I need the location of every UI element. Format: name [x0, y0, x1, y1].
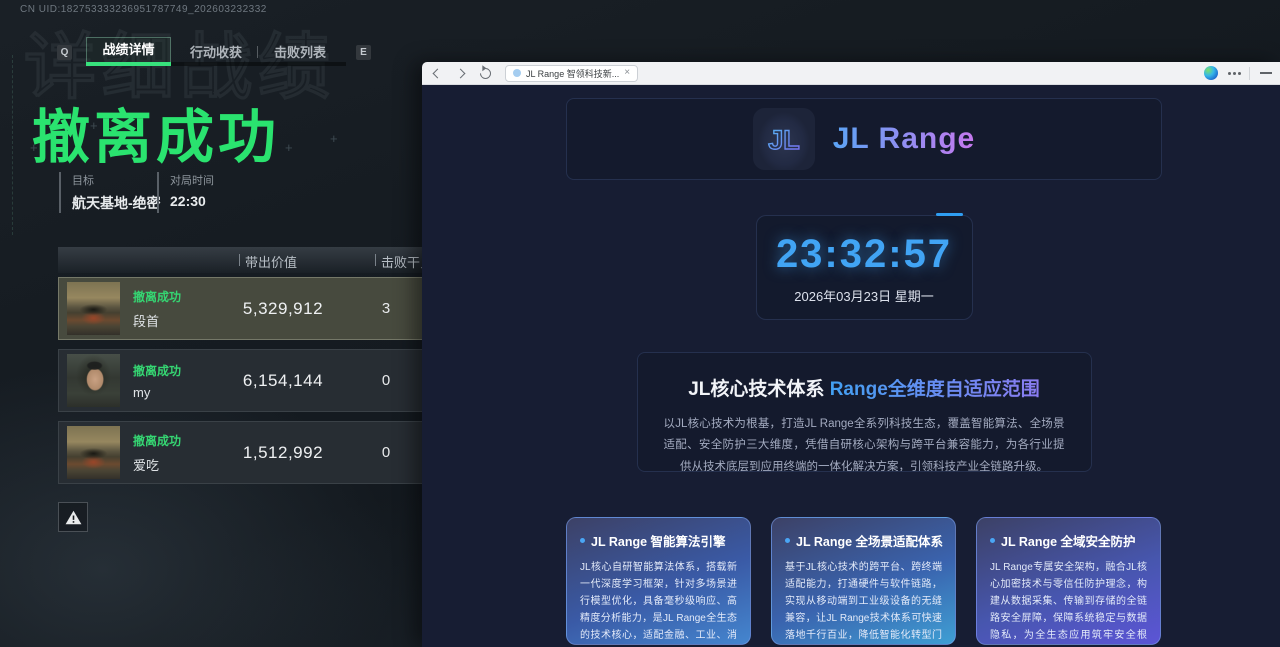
clock-date: 2026年03月23日 星期一 — [757, 286, 972, 305]
warning-icon — [64, 508, 83, 527]
player-extract-value: 6,154,144 — [228, 371, 338, 391]
hotkey-e-badge[interactable]: E — [356, 45, 371, 60]
hotkey-q-badge[interactable]: Q — [57, 45, 72, 60]
edge-logo-icon[interactable] — [1204, 66, 1218, 80]
card-title-text: JL Range 全场景适配体系 — [796, 531, 943, 550]
player-extract-value: 1,512,992 — [228, 443, 338, 463]
feature-card-adaptation: JL Range 全场景适配体系 基于JL核心技术的跨平台、跨终端适配能力，打通… — [771, 517, 956, 645]
bullet-dot-icon — [990, 538, 995, 543]
card-body: JL Range专属安全架构，融合JL核心加密技术与零信任防护理念，构建从数据采… — [990, 559, 1147, 645]
clock-accent-bar — [936, 213, 963, 216]
section-title: JL核心技术体系 Range全维度自适应范围 — [664, 374, 1065, 401]
player-info: 撤离成功 段首 — [133, 288, 218, 330]
card-body: 基于JL核心技术的跨平台、跨终端适配能力，打通硬件与软件链路，实现从移动端到工业… — [785, 559, 942, 645]
player-kills: 0 — [358, 444, 414, 461]
player-extract-value: 5,329,912 — [228, 299, 338, 319]
card-title: JL Range 全域安全防护 — [990, 531, 1147, 550]
player-row[interactable]: 撤离成功 爱吃 1,512,992 0 — [58, 421, 478, 484]
feature-cards: JL Range 智能算法引擎 JL核心自研智能算法体系，搭载新一代深度学习框架… — [566, 517, 1162, 645]
player-info: 撤离成功 爱吃 — [133, 432, 218, 474]
card-body: JL核心自研智能算法体系，搭载新一代深度学习框架，针对多场景进行模型优化，具备毫… — [580, 559, 737, 645]
feature-card-algorithm: JL Range 智能算法引擎 JL核心自研智能算法体系，搭载新一代深度学习框架… — [566, 517, 751, 645]
table-header: 带出价值 击败干员 — [58, 247, 478, 273]
info-objective: 目标 航天基地-绝密 — [59, 172, 157, 213]
decor-dashed-line — [12, 55, 13, 235]
tabbar-baseline — [171, 62, 346, 66]
player-status: 撤离成功 — [133, 288, 218, 305]
info-match-time: 对局时间 22:30 — [157, 172, 277, 213]
player-row[interactable]: 撤离成功 段首 5,329,912 3 — [58, 277, 478, 340]
tab-favicon-icon — [513, 69, 521, 77]
player-avatar — [67, 354, 120, 407]
info-label: 对局时间 — [170, 172, 277, 188]
card-title: JL Range 智能算法引擎 — [580, 531, 737, 550]
player-avatar — [67, 282, 120, 335]
tab-battle-details[interactable]: 战绩详情 — [86, 37, 171, 62]
tab-separator — [257, 46, 258, 58]
toolbar-right — [1204, 66, 1272, 80]
tab-action-gains[interactable]: 行动收获 — [180, 42, 252, 61]
webpage: JL JL Range 23:32:57 2026年03月23日 星期一 JL核… — [422, 85, 1280, 647]
player-status: 撤离成功 — [133, 362, 218, 379]
card-title: JL Range 全场景适配体系 — [785, 531, 942, 550]
card-title-text: JL Range 智能算法引擎 — [591, 531, 726, 550]
player-avatar — [67, 426, 120, 479]
card-title-text: JL Range 全域安全防护 — [1001, 531, 1136, 550]
jl-logo-icon: JL — [763, 118, 805, 160]
feature-card-security: JL Range 全域安全防护 JL Range专属安全架构，融合JL核心加密技… — [976, 517, 1161, 645]
player-kills: 3 — [358, 300, 414, 317]
svg-text:JL: JL — [768, 125, 800, 155]
active-tab-underline — [86, 62, 171, 66]
section-card: JL核心技术体系 Range全维度自适应范围 以JL核心技术为根基，打造JL R… — [637, 352, 1092, 472]
page-content: JL JL Range 23:32:57 2026年03月23日 星期一 JL核… — [566, 98, 1162, 645]
jl-logo-tile: JL — [753, 108, 815, 170]
minimize-icon[interactable] — [1260, 72, 1272, 74]
refresh-icon[interactable] — [478, 65, 494, 81]
clock-card: 23:32:57 2026年03月23日 星期一 — [756, 215, 973, 320]
section-title-main: JL核心技术体系 — [688, 379, 829, 400]
back-icon[interactable] — [433, 68, 443, 78]
info-label: 目标 — [72, 172, 157, 188]
browser-window: JL Range 智领科技新... × — [422, 62, 1280, 647]
bullet-dot-icon — [580, 538, 585, 543]
warning-button[interactable] — [58, 502, 88, 532]
clock-time: 23:32:57 — [757, 232, 972, 277]
tab-close-icon[interactable]: × — [624, 68, 630, 78]
info-value: 22:30 — [170, 193, 277, 209]
more-menu-icon[interactable] — [1228, 72, 1231, 75]
browser-toolbar: JL Range 智领科技新... × — [422, 62, 1280, 85]
brand-title: JL Range — [833, 122, 976, 156]
browser-tab[interactable]: JL Range 智领科技新... × — [505, 65, 638, 82]
brand-header-card: JL JL Range — [566, 98, 1162, 180]
result-title: 撤离成功 — [32, 90, 280, 174]
match-info: 目标 航天基地-绝密 对局时间 22:30 — [59, 172, 277, 213]
player-kills: 0 — [358, 372, 414, 389]
section-title-accent: Range全维度自适应范围 — [830, 379, 1040, 400]
player-rows: 撤离成功 段首 5,329,912 3 撤离成功 my 6,154,144 0 … — [58, 277, 478, 493]
section-body: 以JL核心技术为根基，打造JL Range全系列科技生态，覆盖智能算法、全场景适… — [664, 414, 1065, 472]
tab-kill-list[interactable]: 击败列表 — [264, 42, 336, 61]
forward-icon[interactable] — [456, 68, 466, 78]
player-name: 爱吃 — [133, 455, 218, 474]
player-name: 段首 — [133, 311, 218, 330]
tab-title: JL Range 智领科技新... — [526, 67, 619, 80]
bullet-dot-icon — [785, 538, 790, 543]
player-name: my — [133, 385, 218, 400]
screen: CN UID:182753333236951787749_20260323233… — [0, 0, 1280, 647]
decor-plus: + — [330, 131, 338, 146]
player-status: 撤离成功 — [133, 432, 218, 449]
decor-plus: + — [285, 140, 293, 155]
player-info: 撤离成功 my — [133, 362, 218, 400]
toolbar-divider — [1249, 67, 1250, 80]
column-header-value: 带出价值 — [245, 252, 297, 271]
info-value: 航天基地-绝密 — [72, 193, 157, 213]
player-row[interactable]: 撤离成功 my 6,154,144 0 — [58, 349, 478, 412]
